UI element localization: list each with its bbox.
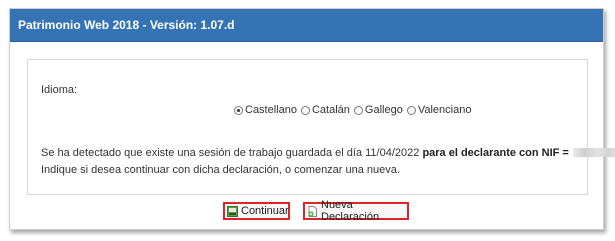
radio-castellano[interactable]: Castellano (234, 104, 297, 116)
radio-catalan[interactable]: Catalán (300, 104, 350, 116)
session-instruction: Indique si desea continuar con dicha dec… (41, 164, 400, 176)
radio-label: Catalán (311, 104, 350, 116)
language-radio-group: Castellano Catalán Gallego Valenciano (234, 104, 475, 116)
radio-button-icon[interactable] (234, 105, 243, 115)
session-message-bold: para el declarante con NIF = (422, 147, 569, 159)
continuar-button[interactable]: Continuar (223, 202, 290, 220)
radio-button-icon[interactable] (406, 105, 416, 115)
header-bar: Patrimonio Web 2018 - Versión: 1.07.d (10, 9, 603, 42)
nueva-label: Nueva Declaración (321, 199, 380, 223)
language-label: Idioma: (41, 84, 78, 96)
session-panel: Idioma: Castellano Catalán Gallego Valen… (27, 59, 615, 195)
radio-button-icon[interactable] (353, 105, 363, 115)
radio-label: Gallego (364, 104, 403, 116)
dialog-window: Patrimonio Web 2018 - Versión: 1.07.d Id… (9, 8, 615, 230)
radio-button-icon[interactable] (300, 105, 310, 115)
continuar-label: Continuar (241, 205, 289, 217)
radio-label: Valenciano (417, 104, 472, 116)
app-title: Patrimonio Web 2018 - Versión: 1.07.d (18, 18, 235, 32)
redacted-nif (572, 148, 615, 157)
radio-valenciano[interactable]: Valenciano (406, 104, 472, 116)
session-message: Se ha detectado que existe una sesión de… (41, 147, 615, 159)
radio-label: Castellano (245, 104, 297, 116)
radio-gallego[interactable]: Gallego (353, 104, 403, 116)
nueva-declaracion-button[interactable]: Nueva Declaración (303, 199, 409, 223)
continue-icon (227, 205, 238, 217)
new-document-icon (308, 205, 317, 217)
session-message-text: Se ha detectado que existe una sesión de… (41, 147, 423, 159)
